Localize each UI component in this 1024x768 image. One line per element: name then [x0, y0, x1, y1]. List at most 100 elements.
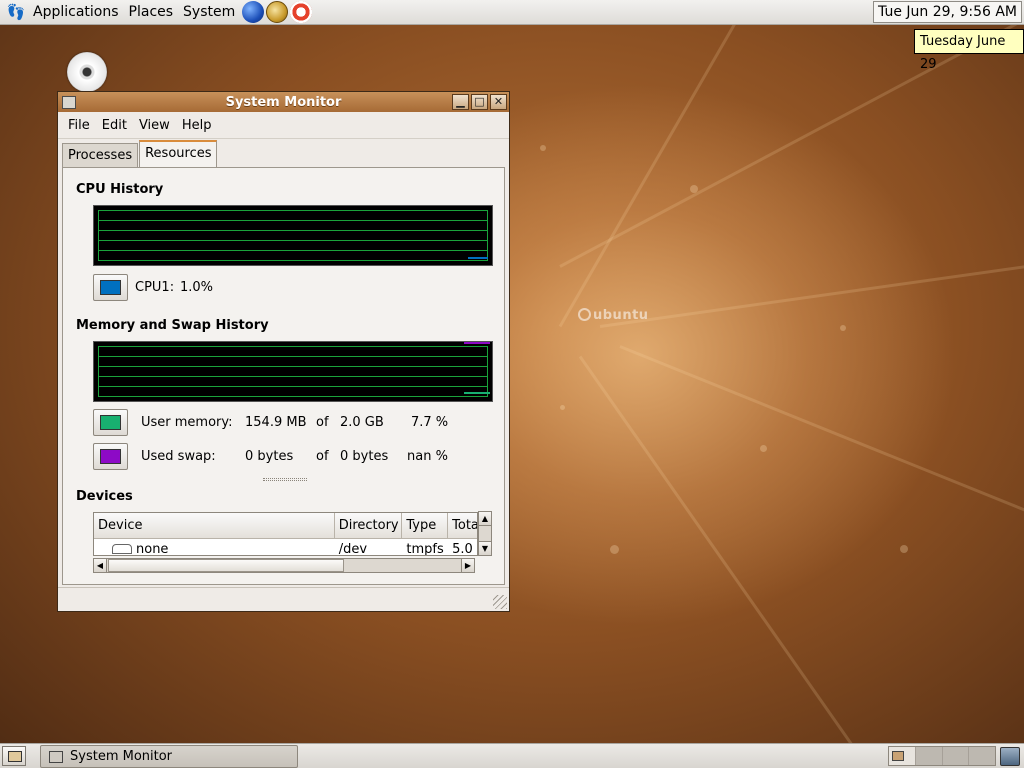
close-button[interactable]: ✕: [490, 94, 507, 110]
web-browser-icon[interactable]: [242, 1, 265, 23]
wallpaper-sparkle: [760, 445, 767, 452]
workspace-2[interactable]: [915, 747, 943, 765]
help-icon[interactable]: [290, 1, 313, 23]
column-device[interactable]: Device: [94, 513, 335, 538]
ubuntu-circle-icon: [578, 308, 591, 321]
wallpaper-ray: [578, 355, 880, 743]
wallpaper-sparkle: [900, 545, 908, 553]
cpu-color-button[interactable]: [93, 274, 128, 301]
memory-graph: [93, 341, 493, 402]
menu-system[interactable]: System: [178, 0, 240, 25]
grid-line: [98, 220, 488, 221]
menubar: File Edit View Help: [58, 112, 509, 139]
grid-line: [98, 376, 488, 377]
resources-panel: CPU History CPU1: 1.0% Memory and Swap H…: [62, 167, 505, 585]
harddisk-icon: [112, 544, 132, 554]
minimize-button[interactable]: ▁: [452, 94, 469, 110]
devices-vertical-scrollbar[interactable]: ▲ ▼: [478, 511, 492, 556]
grid-line: [98, 346, 488, 347]
maximize-button[interactable]: □: [471, 94, 488, 110]
wallpaper-ray: [619, 345, 1024, 521]
grid-line: [98, 230, 488, 231]
gnome-foot-icon[interactable]: 👣: [6, 2, 26, 22]
devices-horizontal-scrollbar[interactable]: ◀ ▶: [93, 558, 475, 573]
bottom-panel: System Monitor: [0, 743, 1024, 768]
used-swap-percent: nan %: [407, 449, 448, 464]
wallpaper-ray: [559, 25, 1020, 268]
column-total[interactable]: Total: [448, 513, 477, 538]
grid-line: [98, 396, 488, 397]
swap-color-button[interactable]: [93, 443, 128, 470]
column-type[interactable]: Type: [402, 513, 449, 538]
workspace-4[interactable]: [969, 747, 995, 765]
pane-resize-handle[interactable]: [263, 478, 307, 481]
memory-trace: [464, 392, 490, 394]
workspace-3[interactable]: [942, 747, 970, 765]
resize-grip-icon[interactable]: [493, 595, 507, 609]
cpu-graph: [93, 205, 493, 266]
directory-cell: /dev: [338, 542, 368, 556]
tab-resources[interactable]: Resources: [139, 140, 218, 167]
clock[interactable]: Tue Jun 29, 9:56 AM: [873, 1, 1022, 23]
total-cell: 5.0: [452, 542, 473, 556]
grid-line: [98, 386, 488, 387]
grid-line: [98, 210, 99, 261]
wallpaper-sparkle: [610, 545, 619, 554]
menu-edit[interactable]: Edit: [96, 118, 133, 133]
table-row[interactable]: none /dev tmpfs 5.0: [94, 539, 477, 556]
menu-view[interactable]: View: [133, 118, 176, 133]
memory-history-title: Memory and Swap History: [76, 318, 269, 333]
system-monitor-window: System Monitor ▁ □ ✕ File Edit View Help…: [57, 91, 510, 612]
grid-line: [98, 260, 488, 261]
app-icon[interactable]: [62, 95, 76, 109]
cpu-label: CPU1:: [135, 280, 175, 295]
grid-line: [98, 356, 488, 357]
menu-help[interactable]: Help: [176, 118, 218, 133]
menu-applications[interactable]: Applications: [28, 0, 124, 25]
grid-line: [98, 210, 488, 211]
app-icon: [49, 750, 63, 763]
cpu-value: 1.0%: [180, 280, 214, 295]
workspace-switcher: [888, 746, 996, 766]
wallpaper-sparkle: [560, 405, 565, 410]
menu-places[interactable]: Places: [124, 0, 179, 25]
memory-color-button[interactable]: [93, 409, 128, 436]
cpu-color-swatch: [100, 280, 121, 295]
trash-icon[interactable]: [1000, 747, 1020, 766]
horizontal-scroll-thumb[interactable]: [108, 559, 344, 572]
user-memory-label: User memory:: [141, 415, 233, 430]
scroll-up-arrow-icon[interactable]: ▲: [479, 512, 491, 526]
device-name: none: [136, 542, 169, 556]
window-controls: ▁ □ ✕: [452, 94, 507, 110]
mail-icon[interactable]: [266, 1, 289, 23]
devices-table: Device Directory Type Total none /dev tm…: [93, 512, 478, 556]
workspace-1[interactable]: [889, 747, 916, 765]
grid-line: [98, 366, 488, 367]
memory-color-swatch: [100, 415, 121, 430]
grid-line: [98, 346, 99, 397]
scroll-left-arrow-icon[interactable]: ◀: [94, 559, 107, 572]
used-swap-of: of: [316, 449, 329, 464]
window-thumbnail: [892, 751, 904, 761]
window-titlebar[interactable]: System Monitor ▁ □ ✕: [58, 92, 509, 112]
window-title: System Monitor: [225, 94, 342, 110]
type-cell: tmpfs: [406, 542, 444, 556]
wallpaper-ray: [599, 258, 1024, 328]
user-memory-percent: 7.7 %: [411, 415, 449, 430]
scroll-down-arrow-icon[interactable]: ▼: [479, 541, 491, 555]
swap-trace: [464, 342, 490, 344]
grid-line: [487, 346, 488, 397]
scroll-right-arrow-icon[interactable]: ▶: [461, 559, 474, 572]
used-swap-total: 0 bytes: [340, 449, 389, 464]
taskbar-system-monitor[interactable]: System Monitor: [40, 745, 298, 768]
show-desktop-button[interactable]: [2, 746, 26, 766]
ubuntu-logo-text: ubuntu: [593, 308, 649, 323]
menu-file[interactable]: File: [62, 118, 96, 133]
column-directory[interactable]: Directory: [335, 513, 403, 538]
tab-processes[interactable]: Processes: [62, 143, 139, 167]
user-memory-used: 154.9 MB: [245, 415, 307, 430]
cd-drive-icon[interactable]: [67, 52, 107, 92]
wallpaper-ray: [558, 25, 772, 328]
used-swap-label: Used swap:: [141, 449, 216, 464]
wallpaper-sparkle: [690, 185, 698, 193]
